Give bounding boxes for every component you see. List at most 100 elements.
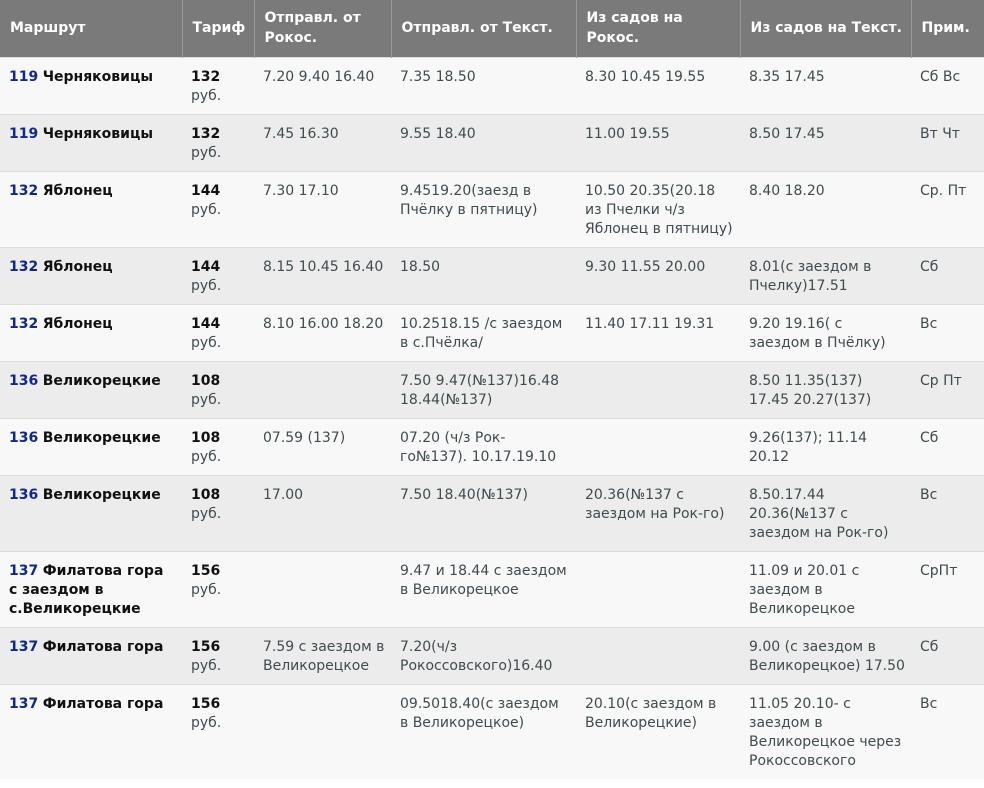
dep-rokos-cell: 07.59 (137) [254, 417, 391, 475]
route-number[interactable]: 119 [9, 126, 38, 142]
route-number[interactable]: 132 [9, 316, 38, 332]
route-number[interactable]: 137 [9, 696, 38, 712]
table-row: 136 Великорецкие 108 руб. 7.50 9.47(№137)… [0, 360, 984, 418]
header-from-gardens-rokos: Из садов на Рокос. [576, 0, 741, 57]
route-name[interactable]: Филатова гора [43, 696, 164, 712]
note-cell: СрПт [911, 550, 984, 627]
fare-cell: 108 руб. [182, 360, 254, 418]
route-cell: 136 Великорецкие [0, 417, 182, 475]
route-name[interactable]: Черняковицы [43, 69, 153, 85]
fare-currency: руб. [191, 201, 222, 218]
fare-value: 108 [191, 372, 221, 389]
return-rokos-cell [576, 360, 740, 418]
route-cell: 137 Филатова гора [0, 626, 182, 684]
fare-cell: 156 руб. [182, 626, 254, 684]
table-header: Маршрут Тариф Отправл. от Рокос. Отправл… [0, 0, 984, 57]
route-name[interactable]: Филатова гора [43, 639, 164, 655]
route-name[interactable]: Яблонец [43, 183, 113, 199]
route-number[interactable]: 136 [9, 487, 38, 503]
route-cell: 136 Великорецкие [0, 474, 182, 551]
fare-value: 144 [191, 182, 221, 199]
table-row: 132 Яблонец 144 руб. 8.15 10.45 16.40 18.… [0, 246, 984, 304]
header-from-gardens-tekst: Из садов на Текст. [740, 0, 912, 57]
route-name[interactable]: Великорецкие [43, 487, 161, 503]
table-row: 119 Черняковицы 132 руб. 7.45 16.30 9.55 … [0, 113, 984, 171]
fare-cell: 144 руб. [182, 303, 254, 361]
fare-cell: 156 руб. [182, 550, 254, 627]
dep-rokos-cell: 7.59 с заездом в Великорецкое [254, 626, 391, 684]
table-row: 119 Черняковицы 132 руб. 7.20 9.40 16.40 … [0, 56, 984, 114]
fare-currency: руб. [191, 277, 222, 294]
route-name[interactable]: Великорецкие [43, 373, 161, 389]
return-rokos-cell [576, 417, 740, 475]
fare-currency: руб. [191, 581, 222, 598]
fare-cell: 108 руб. [182, 474, 254, 551]
fare-cell: 144 руб. [182, 170, 254, 247]
route-number[interactable]: 119 [9, 69, 38, 85]
dep-rokos-cell: 7.20 9.40 16.40 [254, 56, 391, 114]
route-name[interactable]: Великорецкие [43, 430, 161, 446]
note-cell: Вт Чт [911, 113, 984, 171]
dep-tekst-cell: 09.5018.40(с заездом в Великорецкое) [391, 683, 576, 779]
note-cell: Сб Вс [911, 56, 984, 114]
fare-cell: 156 руб. [182, 683, 254, 779]
dep-tekst-cell: 18.50 [391, 246, 576, 304]
route-number[interactable]: 136 [9, 430, 38, 446]
header-dep-tekst: Отправл. от Текст. [391, 0, 577, 57]
note-cell: Сб [911, 246, 984, 304]
fare-currency: руб. [191, 87, 222, 104]
route-number[interactable]: 132 [9, 259, 38, 275]
route-name[interactable]: Яблонец [43, 259, 113, 275]
dep-rokos-cell [254, 360, 391, 418]
return-rokos-cell: 9.30 11.55 20.00 [576, 246, 740, 304]
fare-currency: руб. [191, 714, 222, 731]
return-tekst-cell: 8.50 11.35(137) 17.45 20.27(137) [740, 360, 911, 418]
table-row: 137 Филатова гора с заездом в с.Великоре… [0, 550, 984, 627]
note-cell: Сб [911, 417, 984, 475]
fare-cell: 132 руб. [182, 56, 254, 114]
fare-value: 156 [191, 562, 221, 579]
route-cell: 119 Черняковицы [0, 56, 182, 114]
fare-value: 156 [191, 638, 221, 655]
route-cell: 136 Великорецкие [0, 360, 182, 418]
route-cell: 132 Яблонец [0, 246, 182, 304]
schedule-table: Маршрут Тариф Отправл. от Рокос. Отправл… [0, 0, 984, 779]
header-note: Прим. [911, 0, 984, 57]
route-cell: 132 Яблонец [0, 303, 182, 361]
fare-value: 132 [191, 125, 221, 142]
fare-currency: руб. [191, 391, 222, 408]
return-tekst-cell: 8.50.17.44 20.36(№137 с заездом на Рок-г… [740, 474, 911, 551]
fare-cell: 144 руб. [182, 246, 254, 304]
note-cell: Сб [911, 626, 984, 684]
return-tekst-cell: 9.20 19.16( с заездом в Пчёлку) [740, 303, 911, 361]
header-dep-rokos: Отправл. от Рокос. [254, 0, 392, 57]
dep-rokos-cell [254, 550, 391, 627]
return-rokos-cell: 8.30 10.45 19.55 [576, 56, 740, 114]
return-rokos-cell: 11.40 17.11 19.31 [576, 303, 740, 361]
fare-value: 156 [191, 695, 221, 712]
return-tekst-cell: 9.00 (с заездом в Великорецкое) 17.50 [740, 626, 911, 684]
route-name[interactable]: Яблонец [43, 316, 113, 332]
note-cell: Ср. Пт [911, 170, 984, 247]
route-name[interactable]: Черняковицы [43, 126, 153, 142]
fare-currency: руб. [191, 657, 222, 674]
dep-tekst-cell: 7.20(ч/з Рокоссовского)16.40 [391, 626, 576, 684]
route-number[interactable]: 137 [9, 639, 38, 655]
route-number[interactable]: 137 [9, 563, 38, 579]
dep-tekst-cell: 7.50 9.47(№137)16.48 18.44(№137) [391, 360, 576, 418]
dep-tekst-cell: 07.20 (ч/з Рок-го№137). 10.17.19.10 [391, 417, 576, 475]
dep-tekst-cell: 9.4519.20(заезд в Пчёлку в пятницу) [391, 170, 576, 247]
dep-tekst-cell: 9.55 18.40 [391, 113, 576, 171]
route-number[interactable]: 136 [9, 373, 38, 389]
header-route: Маршрут [0, 0, 183, 57]
route-number[interactable]: 132 [9, 183, 38, 199]
fare-value: 144 [191, 258, 221, 275]
header-row: Маршрут Тариф Отправл. от Рокос. Отправл… [0, 0, 984, 57]
dep-rokos-cell: 7.45 16.30 [254, 113, 391, 171]
table-row: 132 Яблонец 144 руб. 7.30 17.10 9.4519.20… [0, 170, 984, 247]
fare-currency: руб. [191, 448, 222, 465]
return-tekst-cell: 8.40 18.20 [740, 170, 911, 247]
dep-rokos-cell: 17.00 [254, 474, 391, 551]
table-row: 137 Филатова гора 156 руб. 7.59 с заездом… [0, 626, 984, 684]
route-cell: 132 Яблонец [0, 170, 182, 247]
